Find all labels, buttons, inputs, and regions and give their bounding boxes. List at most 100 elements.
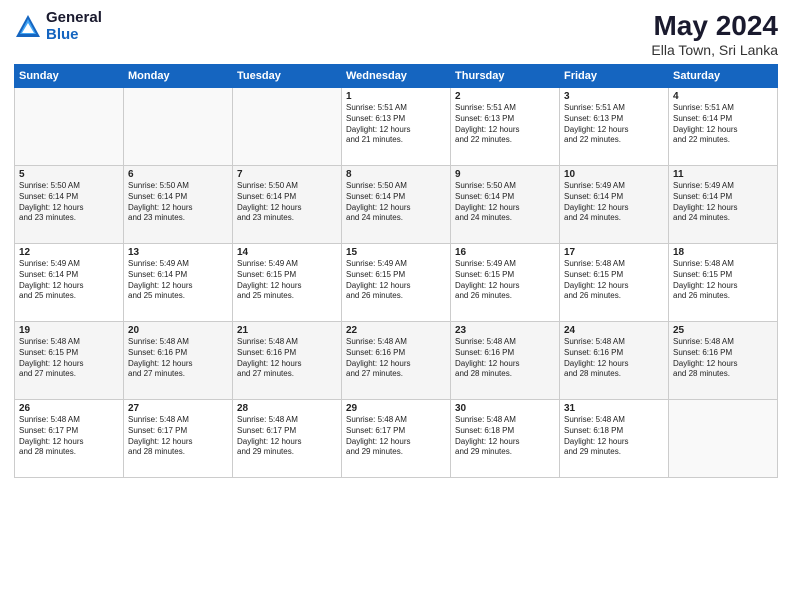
- day-number: 22: [346, 325, 446, 336]
- logo: General Blue: [14, 10, 102, 43]
- logo-text: General Blue: [46, 10, 102, 43]
- day-number: 8: [346, 169, 446, 180]
- title-block: May 2024 Ella Town, Sri Lanka: [651, 10, 778, 58]
- cal-cell: 17Sunrise: 5:48 AM Sunset: 6:15 PM Dayli…: [560, 244, 669, 322]
- cal-cell: 4Sunrise: 5:51 AM Sunset: 6:14 PM Daylig…: [669, 88, 778, 166]
- page: General Blue May 2024 Ella Town, Sri Lan…: [0, 0, 792, 612]
- cal-cell: 24Sunrise: 5:48 AM Sunset: 6:16 PM Dayli…: [560, 322, 669, 400]
- cal-cell: 14Sunrise: 5:49 AM Sunset: 6:15 PM Dayli…: [233, 244, 342, 322]
- cal-cell: 27Sunrise: 5:48 AM Sunset: 6:17 PM Dayli…: [124, 400, 233, 478]
- day-number: 18: [673, 247, 773, 258]
- day-info: Sunrise: 5:50 AM Sunset: 6:14 PM Dayligh…: [455, 181, 555, 224]
- day-info: Sunrise: 5:51 AM Sunset: 6:13 PM Dayligh…: [346, 103, 446, 146]
- day-number: 10: [564, 169, 664, 180]
- cal-cell: 1Sunrise: 5:51 AM Sunset: 6:13 PM Daylig…: [342, 88, 451, 166]
- cal-cell: [15, 88, 124, 166]
- day-info: Sunrise: 5:50 AM Sunset: 6:14 PM Dayligh…: [237, 181, 337, 224]
- cal-cell: 25Sunrise: 5:48 AM Sunset: 6:16 PM Dayli…: [669, 322, 778, 400]
- logo-general: General: [46, 10, 102, 27]
- day-number: 12: [19, 247, 119, 258]
- subtitle: Ella Town, Sri Lanka: [651, 42, 778, 58]
- day-info: Sunrise: 5:49 AM Sunset: 6:15 PM Dayligh…: [237, 259, 337, 302]
- day-number: 27: [128, 403, 228, 414]
- header-monday: Monday: [124, 65, 233, 88]
- day-info: Sunrise: 5:49 AM Sunset: 6:14 PM Dayligh…: [564, 181, 664, 224]
- week-row-1: 5Sunrise: 5:50 AM Sunset: 6:14 PM Daylig…: [15, 166, 778, 244]
- day-number: 17: [564, 247, 664, 258]
- cal-cell: 9Sunrise: 5:50 AM Sunset: 6:14 PM Daylig…: [451, 166, 560, 244]
- day-info: Sunrise: 5:48 AM Sunset: 6:17 PM Dayligh…: [237, 415, 337, 458]
- week-row-3: 19Sunrise: 5:48 AM Sunset: 6:15 PM Dayli…: [15, 322, 778, 400]
- day-number: 24: [564, 325, 664, 336]
- logo-icon: [14, 13, 42, 41]
- day-info: Sunrise: 5:48 AM Sunset: 6:16 PM Dayligh…: [237, 337, 337, 380]
- day-info: Sunrise: 5:49 AM Sunset: 6:14 PM Dayligh…: [128, 259, 228, 302]
- day-number: 23: [455, 325, 555, 336]
- day-number: 9: [455, 169, 555, 180]
- day-info: Sunrise: 5:48 AM Sunset: 6:16 PM Dayligh…: [128, 337, 228, 380]
- day-info: Sunrise: 5:50 AM Sunset: 6:14 PM Dayligh…: [128, 181, 228, 224]
- logo-blue: Blue: [46, 27, 102, 44]
- cal-cell: 21Sunrise: 5:48 AM Sunset: 6:16 PM Dayli…: [233, 322, 342, 400]
- day-number: 15: [346, 247, 446, 258]
- day-info: Sunrise: 5:48 AM Sunset: 6:15 PM Dayligh…: [673, 259, 773, 302]
- header-friday: Friday: [560, 65, 669, 88]
- day-number: 6: [128, 169, 228, 180]
- main-title: May 2024: [651, 10, 778, 42]
- cal-cell: 7Sunrise: 5:50 AM Sunset: 6:14 PM Daylig…: [233, 166, 342, 244]
- cal-cell: [233, 88, 342, 166]
- day-info: Sunrise: 5:48 AM Sunset: 6:16 PM Dayligh…: [346, 337, 446, 380]
- header-thursday: Thursday: [451, 65, 560, 88]
- cal-cell: [124, 88, 233, 166]
- day-info: Sunrise: 5:48 AM Sunset: 6:15 PM Dayligh…: [19, 337, 119, 380]
- day-info: Sunrise: 5:49 AM Sunset: 6:14 PM Dayligh…: [19, 259, 119, 302]
- day-number: 26: [19, 403, 119, 414]
- day-info: Sunrise: 5:50 AM Sunset: 6:14 PM Dayligh…: [19, 181, 119, 224]
- header-row: SundayMondayTuesdayWednesdayThursdayFrid…: [15, 65, 778, 88]
- header-sunday: Sunday: [15, 65, 124, 88]
- day-number: 19: [19, 325, 119, 336]
- header-wednesday: Wednesday: [342, 65, 451, 88]
- day-number: 21: [237, 325, 337, 336]
- day-info: Sunrise: 5:51 AM Sunset: 6:14 PM Dayligh…: [673, 103, 773, 146]
- day-info: Sunrise: 5:51 AM Sunset: 6:13 PM Dayligh…: [455, 103, 555, 146]
- day-number: 3: [564, 91, 664, 102]
- week-row-2: 12Sunrise: 5:49 AM Sunset: 6:14 PM Dayli…: [15, 244, 778, 322]
- week-row-4: 26Sunrise: 5:48 AM Sunset: 6:17 PM Dayli…: [15, 400, 778, 478]
- week-row-0: 1Sunrise: 5:51 AM Sunset: 6:13 PM Daylig…: [15, 88, 778, 166]
- day-number: 11: [673, 169, 773, 180]
- day-info: Sunrise: 5:48 AM Sunset: 6:16 PM Dayligh…: [564, 337, 664, 380]
- day-number: 4: [673, 91, 773, 102]
- cal-cell: 11Sunrise: 5:49 AM Sunset: 6:14 PM Dayli…: [669, 166, 778, 244]
- cal-cell: 10Sunrise: 5:49 AM Sunset: 6:14 PM Dayli…: [560, 166, 669, 244]
- cal-cell: 13Sunrise: 5:49 AM Sunset: 6:14 PM Dayli…: [124, 244, 233, 322]
- day-info: Sunrise: 5:48 AM Sunset: 6:15 PM Dayligh…: [564, 259, 664, 302]
- cal-cell: 20Sunrise: 5:48 AM Sunset: 6:16 PM Dayli…: [124, 322, 233, 400]
- header-tuesday: Tuesday: [233, 65, 342, 88]
- header: General Blue May 2024 Ella Town, Sri Lan…: [14, 10, 778, 58]
- day-number: 29: [346, 403, 446, 414]
- calendar-table: SundayMondayTuesdayWednesdayThursdayFrid…: [14, 64, 778, 478]
- day-number: 5: [19, 169, 119, 180]
- cal-cell: 19Sunrise: 5:48 AM Sunset: 6:15 PM Dayli…: [15, 322, 124, 400]
- cal-cell: 29Sunrise: 5:48 AM Sunset: 6:17 PM Dayli…: [342, 400, 451, 478]
- day-number: 31: [564, 403, 664, 414]
- day-number: 25: [673, 325, 773, 336]
- cal-cell: 15Sunrise: 5:49 AM Sunset: 6:15 PM Dayli…: [342, 244, 451, 322]
- day-number: 7: [237, 169, 337, 180]
- day-info: Sunrise: 5:48 AM Sunset: 6:17 PM Dayligh…: [128, 415, 228, 458]
- day-info: Sunrise: 5:49 AM Sunset: 6:15 PM Dayligh…: [346, 259, 446, 302]
- day-info: Sunrise: 5:48 AM Sunset: 6:18 PM Dayligh…: [564, 415, 664, 458]
- cal-cell: 8Sunrise: 5:50 AM Sunset: 6:14 PM Daylig…: [342, 166, 451, 244]
- day-number: 1: [346, 91, 446, 102]
- day-number: 2: [455, 91, 555, 102]
- day-info: Sunrise: 5:48 AM Sunset: 6:17 PM Dayligh…: [19, 415, 119, 458]
- day-info: Sunrise: 5:48 AM Sunset: 6:16 PM Dayligh…: [455, 337, 555, 380]
- cal-cell: 26Sunrise: 5:48 AM Sunset: 6:17 PM Dayli…: [15, 400, 124, 478]
- cal-cell: 22Sunrise: 5:48 AM Sunset: 6:16 PM Dayli…: [342, 322, 451, 400]
- cal-cell: 28Sunrise: 5:48 AM Sunset: 6:17 PM Dayli…: [233, 400, 342, 478]
- day-info: Sunrise: 5:51 AM Sunset: 6:13 PM Dayligh…: [564, 103, 664, 146]
- cal-cell: 23Sunrise: 5:48 AM Sunset: 6:16 PM Dayli…: [451, 322, 560, 400]
- cal-cell: 18Sunrise: 5:48 AM Sunset: 6:15 PM Dayli…: [669, 244, 778, 322]
- cal-cell: 12Sunrise: 5:49 AM Sunset: 6:14 PM Dayli…: [15, 244, 124, 322]
